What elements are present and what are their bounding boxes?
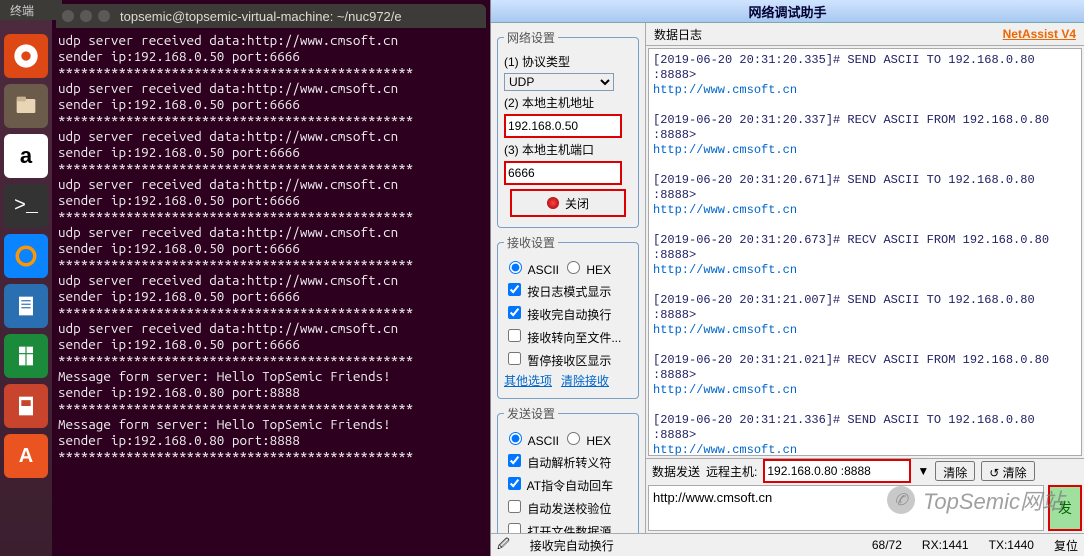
local-ip-label: (2) 本地主机地址: [504, 94, 632, 111]
status-tx: TX:1440: [989, 538, 1034, 552]
terminal-title: topsemic@topsemic-virtual-machine: ~/nuc…: [120, 9, 402, 24]
send-settings-legend: 发送设置: [504, 405, 558, 422]
remote-host-label: 远程主机:: [706, 463, 757, 480]
send-textarea[interactable]: http://www.cmsoft.cn: [648, 485, 1044, 531]
send-hex-radio[interactable]: HEX: [562, 429, 611, 448]
recv-settings-legend: 接收设置: [504, 234, 558, 251]
files-icon[interactable]: [4, 84, 48, 128]
local-port-label: (3) 本地主机端口: [504, 141, 632, 158]
clear-send-button[interactable]: 清除: [935, 461, 975, 481]
other-options-link[interactable]: 其他选项: [504, 372, 552, 389]
window-close-icon[interactable]: [62, 10, 74, 22]
remote-host-input[interactable]: [763, 459, 911, 483]
terminal-tab-label: 终端: [0, 0, 62, 20]
ubuntu-launcher: a >_ A: [0, 0, 52, 556]
network-settings-group: 网络设置 (1) 协议类型 UDP (2) 本地主机地址 (3) 本地主机端口 …: [497, 29, 639, 228]
recv-tofile-check[interactable]: 接收转向至文件...: [504, 326, 621, 346]
send-checksum-check[interactable]: 自动发送校验位: [504, 497, 611, 517]
data-log-header: 数据日志: [654, 26, 702, 43]
window-min-icon[interactable]: [80, 10, 92, 22]
data-send-header: 数据发送: [652, 463, 700, 480]
send-ascii-radio[interactable]: ASCII: [504, 429, 559, 448]
settings-panel: 网络设置 (1) 协议类型 UDP (2) 本地主机地址 (3) 本地主机端口 …: [491, 23, 646, 533]
status-count: 68/72: [872, 538, 902, 552]
netassist-brand[interactable]: NetAssist V4: [1003, 27, 1076, 41]
terminal-output[interactable]: udp server received data:http://www.cmso…: [52, 28, 490, 556]
recv-autowrap-check[interactable]: 接收完自动换行: [504, 303, 611, 323]
protocol-select[interactable]: UDP: [504, 73, 614, 91]
terminal-icon[interactable]: >_: [4, 184, 48, 228]
writer-icon[interactable]: [4, 284, 48, 328]
status-reset[interactable]: 复位: [1054, 537, 1078, 554]
record-icon: [547, 197, 559, 209]
calc-icon[interactable]: [4, 334, 48, 378]
local-ip-input[interactable]: [504, 114, 622, 138]
recv-settings-group: 接收设置 ASCII HEX 按日志模式显示 接收完自动换行 接收转向至文件..…: [497, 234, 639, 399]
data-log-area[interactable]: [2019-06-20 20:31:20.335]# SEND ASCII TO…: [648, 48, 1082, 456]
close-connection-button[interactable]: 关闭: [510, 189, 626, 217]
status-ready-icon: 🖉: [497, 535, 510, 556]
send-settings-group: 发送设置 ASCII HEX 自动解析转义符 AT指令自动回车 自动发送校验位 …: [497, 405, 639, 533]
ubuntu-icon[interactable]: [4, 34, 48, 78]
local-port-input[interactable]: [504, 161, 622, 185]
status-ready-text: 接收完自动换行: [530, 537, 614, 554]
recv-pause-check[interactable]: 暂停接收区显示: [504, 349, 611, 369]
status-bar: 🖉 接收完自动换行 68/72 RX:1441 TX:1440 复位: [491, 533, 1084, 556]
send-file-check[interactable]: 打开文件数据源...: [504, 520, 621, 533]
firefox-icon[interactable]: [4, 234, 48, 278]
protocol-label: (1) 协议类型: [504, 53, 632, 70]
recv-hex-radio[interactable]: HEX: [562, 258, 611, 277]
recv-logmode-check[interactable]: 按日志模式显示: [504, 280, 611, 300]
impress-icon[interactable]: [4, 384, 48, 428]
netassist-titlebar: 网络调试助手: [491, 0, 1084, 23]
remote-dropdown-icon[interactable]: ▼: [917, 464, 929, 478]
recv-ascii-radio[interactable]: ASCII: [504, 258, 559, 277]
status-rx: RX:1441: [922, 538, 969, 552]
clear-button-2[interactable]: ↺ 清除: [981, 461, 1034, 481]
send-button[interactable]: 发: [1048, 485, 1082, 531]
clear-recv-link[interactable]: 清除接收: [561, 372, 609, 389]
send-escape-check[interactable]: 自动解析转义符: [504, 451, 611, 471]
window-max-icon[interactable]: [98, 10, 110, 22]
amazon-icon[interactable]: a: [4, 134, 48, 178]
terminal-titlebar: topsemic@topsemic-virtual-machine: ~/nuc…: [56, 4, 486, 28]
software-icon[interactable]: A: [4, 434, 48, 478]
send-at-check[interactable]: AT指令自动回车: [504, 474, 613, 494]
network-settings-legend: 网络设置: [504, 29, 558, 46]
